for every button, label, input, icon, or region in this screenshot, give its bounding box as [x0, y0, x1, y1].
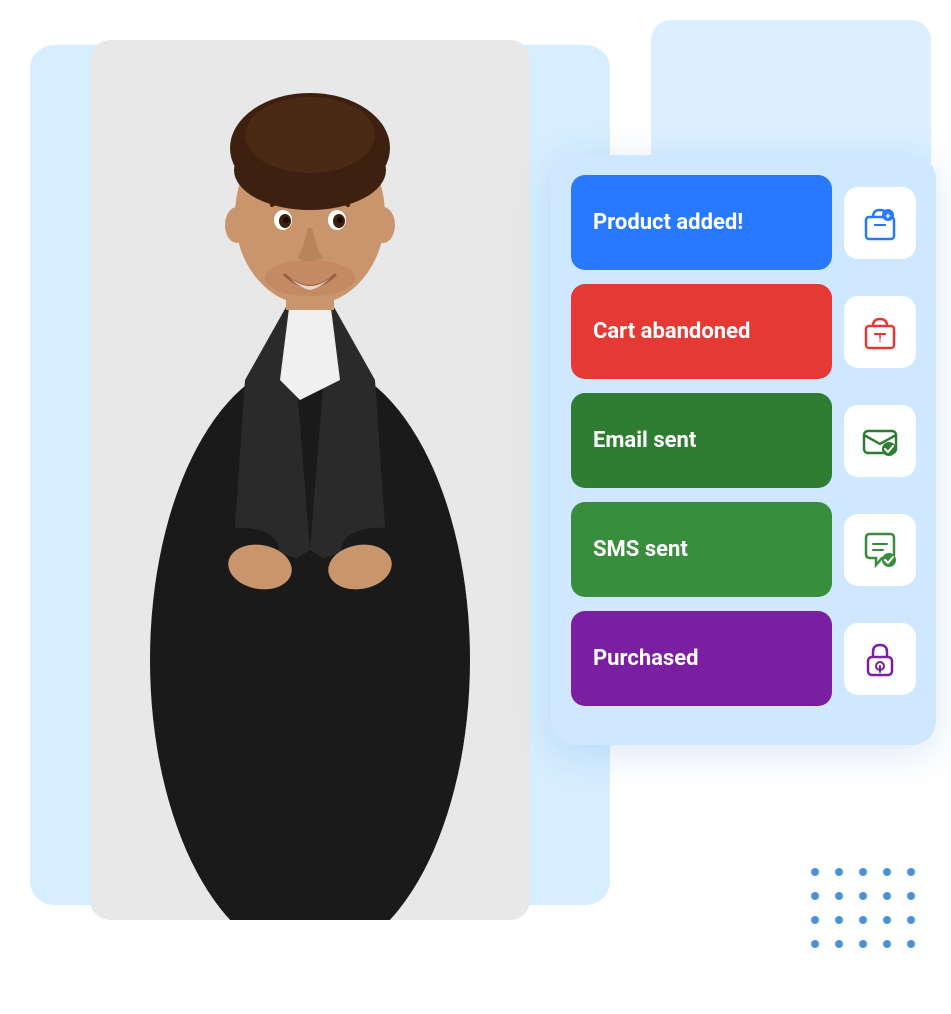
label-sms-sent: SMS sent: [571, 502, 832, 597]
card-panel: Product added! + Cart abandoned: [551, 155, 936, 745]
card-row-cart-abandoned: Cart abandoned !: [571, 284, 916, 379]
shop-icon: +: [860, 203, 900, 243]
icon-box-product-added: +: [844, 187, 916, 259]
scene: Product added! + Cart abandoned: [0, 0, 951, 1014]
icon-box-sms-sent: [844, 514, 916, 586]
sms-icon: [860, 530, 900, 570]
dot: [859, 916, 867, 924]
dot: [859, 940, 867, 948]
dot: [883, 916, 891, 924]
dot: [811, 940, 819, 948]
card-row-purchased: Purchased: [571, 611, 916, 706]
dot: [859, 892, 867, 900]
icon-box-cart-abandoned: !: [844, 296, 916, 368]
card-row-email-sent: Email sent: [571, 393, 916, 488]
dot: [811, 892, 819, 900]
dot: [883, 868, 891, 876]
dot: [907, 940, 915, 948]
dot: [835, 892, 843, 900]
dot: [835, 868, 843, 876]
dot: [835, 940, 843, 948]
person-container: [20, 20, 600, 920]
svg-text:!: !: [879, 332, 882, 345]
dot: [811, 916, 819, 924]
lock-purchase-icon: [860, 639, 900, 679]
dot: [907, 868, 915, 876]
dot: [883, 940, 891, 948]
label-product-added: Product added!: [571, 175, 832, 270]
dot: [835, 916, 843, 924]
icon-box-purchased: [844, 623, 916, 695]
email-check-icon: [860, 421, 900, 461]
person-illustration: [90, 40, 530, 920]
label-cart-abandoned: Cart abandoned: [571, 284, 832, 379]
dot: [859, 868, 867, 876]
icon-box-email-sent: [844, 405, 916, 477]
card-row-sms-sent: SMS sent: [571, 502, 916, 597]
dot-pattern: [811, 868, 921, 954]
svg-text:+: +: [886, 212, 891, 222]
card-row-product-added: Product added! +: [571, 175, 916, 270]
dot: [883, 892, 891, 900]
label-email-sent: Email sent: [571, 393, 832, 488]
dot: [907, 892, 915, 900]
dot: [811, 868, 819, 876]
dot: [907, 916, 915, 924]
label-purchased: Purchased: [571, 611, 832, 706]
shop-cart-icon: !: [860, 312, 900, 352]
